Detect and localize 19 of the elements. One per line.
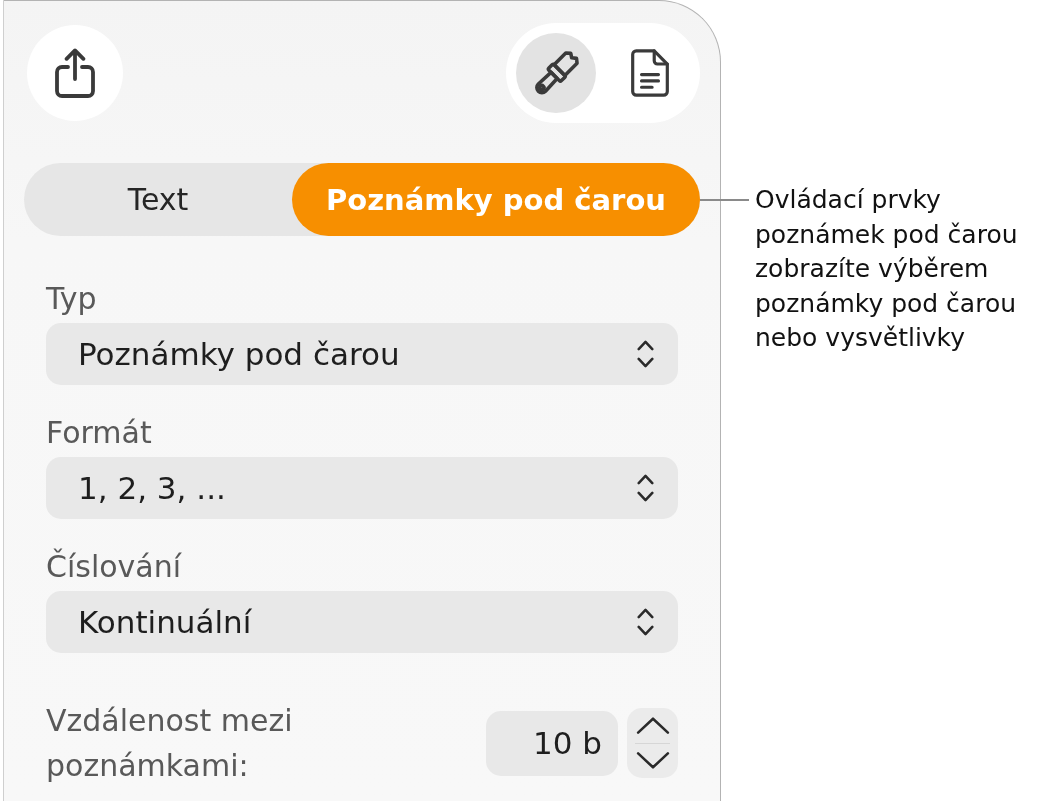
dropdown[interactable]: Poznámky pod čarou bbox=[46, 323, 678, 385]
field-label: Formát bbox=[46, 415, 153, 451]
chevron-down-icon bbox=[635, 752, 670, 770]
document-icon bbox=[631, 49, 669, 97]
number-field[interactable]: 10 b bbox=[486, 710, 618, 776]
tab[interactable]: Text bbox=[24, 163, 293, 236]
chevrons-up-down-icon bbox=[637, 607, 654, 637]
chevrons-up-down-icon bbox=[637, 473, 654, 503]
callout-text: Ovládací prvky poznámek pod čarou zobrazíte výběrem poznámky pod čarou nebo vysvětlivky bbox=[755, 184, 1018, 354]
share-icon bbox=[55, 48, 95, 98]
paintbrush-button[interactable] bbox=[516, 33, 596, 113]
chevron-up-icon bbox=[635, 716, 670, 734]
chevrons-up-down-icon bbox=[637, 339, 654, 369]
dropdown[interactable]: Kontinuální bbox=[46, 591, 678, 653]
dropdown[interactable]: 1, 2, 3, ... bbox=[46, 457, 678, 519]
field-label: Typ bbox=[46, 281, 98, 317]
field-label: Vzdálenost mezi poznámkami: bbox=[46, 702, 294, 785]
callout-leader-line bbox=[700, 199, 749, 201]
field-label: Číslování bbox=[46, 549, 183, 585]
